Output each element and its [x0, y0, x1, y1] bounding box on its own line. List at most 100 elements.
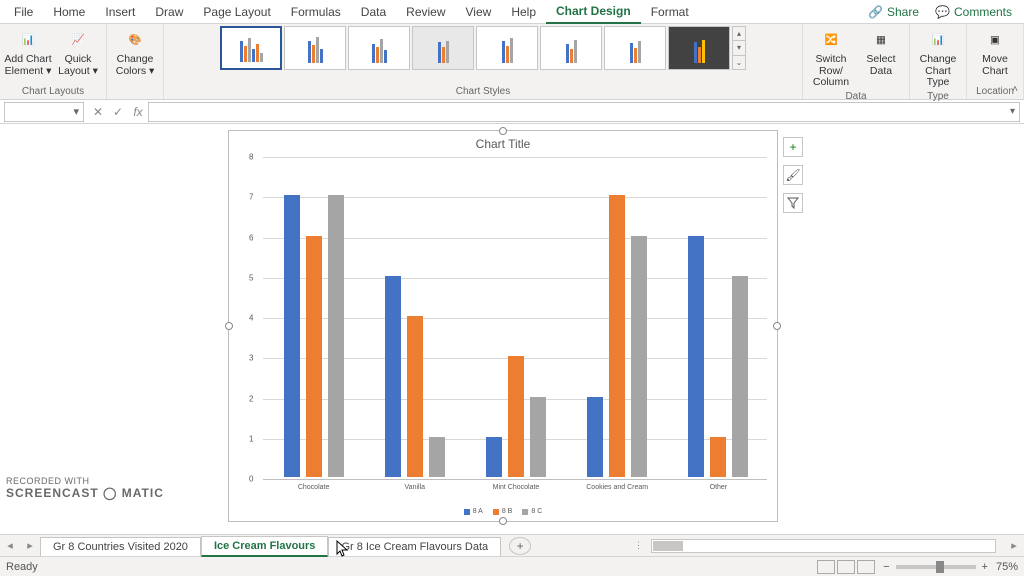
chart-style-5[interactable] [476, 26, 538, 70]
chart-object[interactable]: + 🖌 Chart Title 012345678ChocolateVanill… [228, 130, 778, 522]
category-group: Chocolate [263, 155, 364, 477]
scroll-right[interactable]: ▸ [1004, 539, 1024, 552]
view-page-break-button[interactable] [857, 560, 875, 574]
tab-review[interactable]: Review [396, 1, 455, 23]
zoom-out-button[interactable]: − [883, 561, 889, 573]
zoom-slider[interactable] [896, 565, 976, 569]
category-group: Mint Chocolate [465, 155, 566, 477]
comment-icon: 💬 [935, 5, 950, 19]
x-axis-label: Other [668, 484, 769, 491]
worksheet-area[interactable]: + 🖌 Chart Title 012345678ChocolateVanill… [0, 124, 1024, 534]
y-axis-tick: 5 [249, 273, 253, 282]
tab-data[interactable]: Data [351, 1, 396, 23]
cancel-formula-button[interactable]: ✕ [88, 105, 108, 119]
switch-row-column-button[interactable]: 🔀 Switch Row/ Column [807, 26, 855, 89]
chart-plot-area[interactable]: 012345678ChocolateVanillaMint ChocolateC… [263, 157, 767, 477]
chart-filters-button[interactable] [783, 193, 803, 213]
fx-button[interactable]: fx [128, 105, 148, 119]
sheet-tab-active[interactable]: Ice Cream Flavours [201, 536, 329, 557]
chart-elements-button[interactable]: + [783, 137, 803, 157]
tab-format[interactable]: Format [641, 1, 699, 23]
legend-item[interactable]: 8 C [522, 508, 542, 515]
bar-series-0[interactable] [284, 195, 300, 477]
chart-legend[interactable]: 8 A 8 B 8 C [229, 508, 777, 515]
bar-series-2[interactable] [530, 397, 546, 478]
chart-styles-button[interactable]: 🖌 [783, 165, 803, 185]
tab-insert[interactable]: Insert [95, 1, 145, 23]
bar-series-1[interactable] [508, 356, 524, 477]
chart-style-7[interactable] [604, 26, 666, 70]
palette-icon: 🎨 [122, 30, 148, 52]
bar-series-1[interactable] [407, 316, 423, 477]
tab-nav-next[interactable]: ▸ [20, 539, 40, 552]
chart-style-2[interactable] [284, 26, 346, 70]
bar-series-1[interactable] [609, 195, 625, 477]
y-axis-tick: 1 [249, 434, 253, 443]
tab-formulas[interactable]: Formulas [281, 1, 351, 23]
category-group: Vanilla [364, 155, 465, 477]
bar-series-0[interactable] [385, 276, 401, 477]
horizontal-scrollbar[interactable] [651, 539, 996, 553]
bar-series-1[interactable] [710, 437, 726, 477]
resize-handle-s[interactable] [499, 517, 507, 525]
chart-style-1[interactable] [220, 26, 282, 70]
zoom-level[interactable]: 75% [996, 561, 1018, 573]
legend-item[interactable]: 8 B [493, 508, 513, 515]
gallery-down[interactable]: ▾ [733, 41, 745, 55]
y-axis-tick: 0 [249, 475, 253, 484]
formula-input[interactable]: ▾ [148, 102, 1020, 122]
y-axis-tick: 7 [249, 193, 253, 202]
name-box[interactable]: ▾ [4, 102, 84, 122]
status-ready: Ready [6, 561, 38, 573]
tab-draw[interactable]: Draw [145, 1, 193, 23]
tab-view[interactable]: View [456, 1, 502, 23]
comments-button[interactable]: 💬Comments [927, 5, 1020, 19]
enter-formula-button[interactable]: ✓ [108, 105, 128, 119]
bar-series-2[interactable] [328, 195, 344, 477]
tab-home[interactable]: Home [43, 1, 95, 23]
select-data-button[interactable]: ▦ Select Data [857, 26, 905, 77]
zoom-in-button[interactable]: + [982, 561, 988, 573]
tab-file[interactable]: File [4, 1, 43, 23]
bar-series-0[interactable] [688, 236, 704, 478]
group-label: Chart Styles [456, 84, 510, 99]
view-page-layout-button[interactable] [837, 560, 855, 574]
resize-handle-e[interactable] [773, 322, 781, 330]
gallery-more[interactable]: ⌄ [733, 56, 745, 69]
resize-handle-w[interactable] [225, 322, 233, 330]
tab-chart-design[interactable]: Chart Design [546, 0, 641, 24]
move-chart-button[interactable]: ▣ Move Chart [971, 26, 1019, 77]
collapse-ribbon-button[interactable]: ˄ [1012, 84, 1018, 95]
bar-series-1[interactable] [306, 236, 322, 478]
chart-style-6[interactable] [540, 26, 602, 70]
bar-series-2[interactable] [429, 437, 445, 477]
change-chart-type-button[interactable]: 📊 Change Chart Type [914, 26, 962, 89]
chart-style-8[interactable] [668, 26, 730, 70]
chart-style-3[interactable] [348, 26, 410, 70]
sheet-tab-next[interactable]: Gr 8 Ice Cream Flavours Data [328, 537, 501, 556]
switch-icon: 🔀 [818, 30, 844, 52]
share-button[interactable]: 🔗Share [860, 5, 927, 19]
x-axis-label: Vanilla [364, 484, 465, 491]
legend-item[interactable]: 8 A [464, 508, 483, 515]
bar-series-2[interactable] [732, 276, 748, 477]
change-colors-button[interactable]: 🎨 Change Colors ▾ [111, 26, 159, 77]
tab-help[interactable]: Help [501, 1, 546, 23]
chart-style-4[interactable] [412, 26, 474, 70]
ribbon-tabs: File Home Insert Draw Page Layout Formul… [0, 0, 1024, 24]
bar-series-2[interactable] [631, 236, 647, 478]
add-chart-element-button[interactable]: 📊 Add Chart Element ▾ [4, 26, 52, 77]
add-sheet-button[interactable]: + [509, 537, 531, 555]
quick-layout-button[interactable]: 📈 Quick Layout ▾ [54, 26, 102, 77]
resize-handle-n[interactable] [499, 127, 507, 135]
view-normal-button[interactable] [817, 560, 835, 574]
x-axis-label: Cookies and Cream [567, 484, 668, 491]
tab-nav-prev[interactable]: ◂ [0, 539, 20, 552]
sheet-tab-prev[interactable]: Gr 8 Countries Visited 2020 [40, 537, 201, 556]
tab-page-layout[interactable]: Page Layout [193, 1, 280, 23]
bar-series-0[interactable] [587, 397, 603, 478]
tab-split[interactable]: ⋮ [634, 540, 643, 551]
y-axis-tick: 8 [249, 153, 253, 162]
bar-series-0[interactable] [486, 437, 502, 477]
gallery-up[interactable]: ▴ [733, 27, 745, 41]
